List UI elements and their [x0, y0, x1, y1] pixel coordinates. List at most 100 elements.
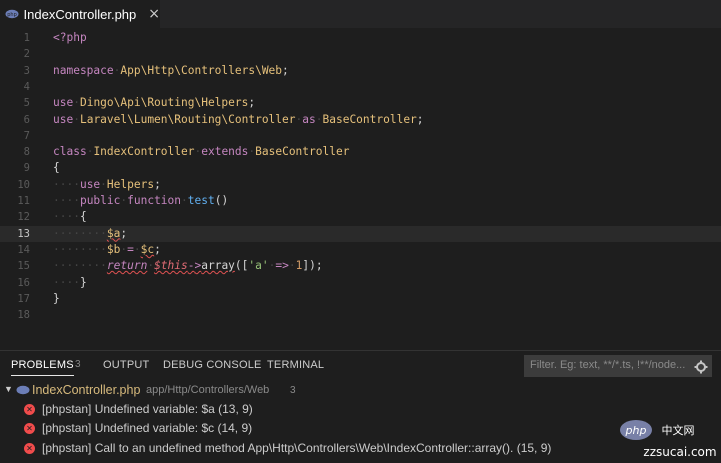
watermark-logo: php 中文网 zzsucai.com	[618, 418, 718, 462]
code-token: ·	[181, 194, 188, 207]
code-token: ·	[315, 112, 323, 126]
code-token: ;	[154, 177, 161, 191]
tab-terminal[interactable]: TERMINAL	[267, 359, 324, 371]
code-token: Laravel\Lumen\Routing\Controller	[79, 112, 296, 126]
line-number: 9	[23, 162, 30, 175]
line-code: use·Laravel\Lumen\Routing\Controller·as·…	[53, 112, 424, 128]
code-token: use	[53, 112, 74, 126]
code-line[interactable]: 13 ········$a;	[0, 225, 721, 242]
tab-label: IndexController.php	[23, 6, 137, 22]
code-token: ·	[133, 242, 141, 256]
code-line[interactable]: 7	[0, 128, 721, 144]
line-code: ····use·Helpers;	[53, 177, 161, 193]
code-line[interactable]: 14 ········$b·=·$c;	[0, 242, 721, 258]
code-line[interactable]: 11 ····public·function·test()	[0, 193, 721, 209]
code-token: return	[106, 259, 148, 273]
chevron-down-icon[interactable]: ▼	[4, 384, 13, 394]
line-number: 15	[17, 260, 30, 273]
filter-input[interactable]: Filter. Eg: text, **/*.ts, !**/node...	[524, 355, 712, 377]
line-number: 12	[17, 211, 30, 224]
line-number: 11	[17, 195, 30, 207]
problem-file-row[interactable]: ▼ IndexController.php app/Http/Controlle…	[0, 381, 721, 400]
code-line[interactable]: 1 <?php	[0, 30, 721, 46]
code-token: =	[127, 242, 134, 256]
clear-filter-icon[interactable]	[694, 359, 708, 374]
code-editor[interactable]: 1 <?php 2 3 namespace·App\Http\Controllers\W…	[0, 28, 721, 350]
line-number: 14	[17, 243, 30, 256]
tab-problems[interactable]: PROBLEMS	[11, 359, 74, 376]
code-token: array	[201, 259, 235, 273]
code-line[interactable]: 4	[0, 79, 721, 95]
code-token: function	[127, 194, 182, 207]
code-token: =>	[275, 259, 289, 273]
code-line[interactable]: 3 namespace·App\Http\Controllers\Web;	[0, 63, 721, 79]
line-number: 13	[17, 227, 30, 240]
line-number: 6	[23, 113, 30, 126]
close-icon[interactable]: ×	[148, 6, 160, 22]
code-token: App\Http\Controllers\Web	[120, 63, 283, 77]
code-line[interactable]: 9{	[0, 160, 721, 176]
code-token: Dingo\Api\Routing\Helpers	[79, 96, 249, 110]
code-token: }	[53, 291, 60, 305]
line-number: 3	[23, 64, 30, 77]
line-code: class·IndexController·extends·BaseContro…	[53, 144, 349, 160]
line-code: ····}	[53, 275, 87, 291]
line-code: use·Dingo\Api\Routing\Helpers;	[53, 95, 255, 111]
code-line[interactable]: 15 ········return·$this->array(['a'·=>·1]…	[0, 258, 721, 274]
code-token: {	[79, 210, 87, 224]
line-code: ········$a;	[53, 226, 127, 242]
problem-text: [phpstan] Undefined variable: $a (13, 9)	[42, 402, 253, 416]
code-token: 'a'	[248, 259, 269, 273]
php-file-icon: php	[4, 7, 20, 21]
line-number: 1	[23, 32, 30, 44]
code-token: ()	[214, 194, 229, 207]
code-token: $b	[106, 242, 121, 256]
panel-tabs: PROBLEMS 3 OUTPUT DEBUG CONSOLE TERMINAL…	[0, 351, 721, 379]
line-code: ····{	[53, 209, 87, 225]
code-line[interactable]: 12 ····{	[0, 209, 721, 225]
code-token: $c	[140, 242, 155, 256]
line-code: namespace·App\Http\Controllers\Web;	[53, 63, 289, 79]
problem-item[interactable]: ✕ [phpstan] Undefined variable: $c (14, …	[0, 419, 721, 438]
code-token: namespace	[53, 63, 114, 77]
problem-item[interactable]: ✕ [phpstan] Undefined variable: $a (13, …	[0, 400, 721, 419]
code-token: use	[79, 177, 101, 191]
code-token: ]);	[302, 259, 323, 273]
code-line[interactable]: 17}	[0, 291, 721, 307]
editor-tab-bar: php IndexController.php ×	[0, 0, 721, 28]
code-line[interactable]: 6 use·Laravel\Lumen\Routing\Controller·as…	[0, 112, 721, 128]
tab-output[interactable]: OUTPUT	[103, 359, 149, 371]
code-line[interactable]: 10 ····use·Helpers;	[0, 177, 721, 193]
code-token: ([	[234, 259, 249, 273]
code-line[interactable]: 5 use·Dingo\Api\Routing\Helpers;	[0, 95, 721, 111]
watermark-site: zzsucai.com	[643, 445, 716, 459]
tab-debug-console[interactable]: DEBUG CONSOLE	[163, 359, 262, 371]
error-icon: ✕	[24, 404, 35, 415]
code-token: ····	[53, 194, 80, 207]
problems-count-badge: 3	[75, 359, 81, 370]
php-file-icon	[16, 384, 30, 398]
error-icon: ✕	[24, 443, 35, 454]
code-token: ·	[73, 112, 80, 126]
code-line[interactable]: 2	[0, 46, 721, 62]
problem-file-count: 3	[290, 385, 296, 396]
code-token: IndexController	[93, 145, 195, 159]
code-token: BaseController	[255, 145, 350, 159]
code-line[interactable]: 8 class·IndexController·extends·BaseContr…	[0, 144, 721, 160]
line-code: {	[53, 160, 60, 176]
line-number: 17	[17, 292, 30, 305]
line-number: 7	[23, 129, 30, 142]
code-token: public	[79, 194, 121, 207]
code-token: }	[79, 275, 87, 289]
code-token: ····	[53, 177, 80, 191]
line-number: 2	[23, 48, 30, 61]
code-token: ·	[288, 259, 296, 273]
line-number: 18	[17, 309, 30, 322]
line-number: 8	[23, 146, 30, 159]
tab-indexcontroller[interactable]: php IndexController.php ×	[0, 0, 160, 28]
problem-item[interactable]: ✕ [phpstan] Call to an undefined method …	[0, 439, 721, 458]
problem-text: [phpstan] Undefined variable: $c (14, 9)	[42, 421, 253, 435]
code-line[interactable]: 18	[0, 307, 721, 323]
code-token: ;	[120, 226, 128, 240]
code-line[interactable]: 16 ····}	[0, 275, 721, 291]
